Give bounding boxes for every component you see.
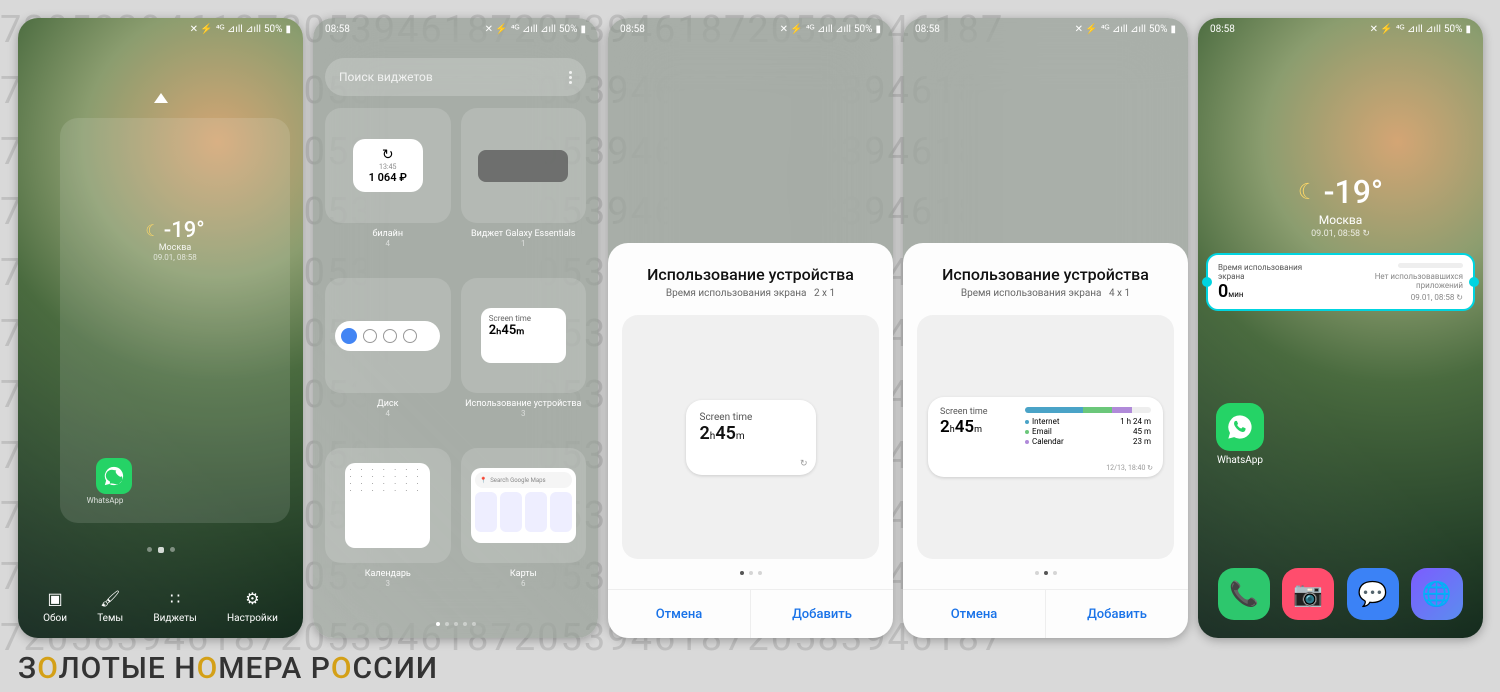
sheet-dots — [1035, 571, 1057, 575]
page-dots — [436, 622, 476, 626]
widget-disk[interactable]: Диск4 — [325, 278, 451, 438]
screen-widget-add-4x1: 08:58✕ ⚡⁴ᴳ ⊿ıll ⊿ıll50%▮ Использование у… — [903, 18, 1188, 638]
more-icon[interactable] — [569, 71, 572, 84]
screen-time-widget-2x1: Screen time 2h45m ↻ — [686, 400, 816, 475]
camera-app-icon[interactable]: 📷 — [1282, 568, 1334, 620]
whatsapp-icon — [1216, 403, 1264, 451]
add-button[interactable]: Добавить — [751, 590, 893, 638]
sheet-dots — [740, 571, 762, 575]
cancel-button[interactable]: Отмена — [903, 590, 1046, 638]
phone-app-icon[interactable]: 📞 — [1218, 568, 1270, 620]
screen-home-editor: ✕ ⚡⁴ᴳ ⊿ıll ⊿ıll50%▮ ☾-19° Москва 09.01, … — [18, 18, 303, 638]
widget-beeline[interactable]: ↻13:451 064 ₽ билайн4 — [325, 108, 451, 268]
widget-timestamp: 12/13, 18:40 ↻ — [1106, 464, 1153, 472]
widget-preview-area[interactable]: Screen time 2h45m ↻ — [622, 315, 879, 559]
page-dots — [147, 547, 175, 553]
watermark-text: ЗОЛОТЫЕ НОМЕРА РОССИИ — [18, 651, 438, 686]
whatsapp-label: WhatsApp — [1216, 455, 1264, 466]
sheet-title: Использование устройства — [647, 265, 854, 284]
weather-widget[interactable]: ☾-19° Москва 09.01, 08:58 ↻ — [1298, 173, 1383, 239]
settings-button[interactable]: ⚙Настройки — [227, 588, 278, 624]
screen-home-result: 08:58✕ ⚡⁴ᴳ ⊿ıll ⊿ıll50%▮ ☾-19° Москва 09… — [1198, 18, 1483, 638]
themes-button[interactable]: 🖌Темы — [97, 588, 123, 624]
whatsapp-label: WhatsApp — [78, 496, 132, 505]
screen-widget-list: 08:58✕ ⚡⁴ᴳ ⊿ıll ⊿ıll50%▮ Поиск виджетов … — [313, 18, 598, 638]
status-time: 08:58 — [325, 24, 350, 35]
widget-digital-wellbeing[interactable]: Screen time2ₕ45ₘ Использование устройств… — [461, 278, 587, 438]
add-button[interactable]: Добавить — [1046, 590, 1188, 638]
search-placeholder: Поиск виджетов — [339, 70, 433, 84]
screen-widget-add-2x1: 08:58✕ ⚡⁴ᴳ ⊿ıll ⊿ıll50%▮ Использование у… — [608, 18, 893, 638]
widget-sheet: Использование устройства Время использов… — [608, 243, 893, 638]
dock: 📞 📷 💬 🌐 — [1198, 568, 1483, 620]
sheet-title: Использование устройства — [942, 265, 1149, 284]
moon-icon: ☾ — [145, 221, 159, 240]
screen-time-widget-4x1: Screen time 2h45m Internet1 h 24 m Email… — [928, 397, 1163, 477]
messages-app-icon[interactable]: 💬 — [1347, 568, 1399, 620]
moon-icon: ☾ — [1298, 180, 1318, 205]
widget-galaxy-essentials[interactable]: Виджет Galaxy Essentials1 — [461, 108, 587, 268]
browser-app-icon[interactable]: 🌐 — [1411, 568, 1463, 620]
widgets-button[interactable]: ∷Виджеты — [153, 588, 196, 624]
whatsapp-app[interactable]: WhatsApp — [1216, 403, 1264, 466]
widget-preview-area[interactable]: Screen time 2h45m Internet1 h 24 m Email… — [917, 315, 1174, 559]
cancel-button[interactable]: Отмена — [608, 590, 751, 638]
whatsapp-icon[interactable] — [96, 458, 132, 494]
refresh-icon: ↻ — [800, 459, 808, 469]
homescreen-preview[interactable]: ☾-19° Москва 09.01, 08:58 WhatsApp — [60, 118, 290, 523]
widget-search-bar[interactable]: Поиск виджетов — [325, 58, 586, 96]
widget-sheet: Использование устройства Время использов… — [903, 243, 1188, 638]
screen-time-widget-placed[interactable]: Время использования экрана 0мин Нет испо… — [1206, 253, 1475, 311]
widget-maps[interactable]: 📍Search Google Maps Карты6 — [461, 448, 587, 608]
widget-calendar[interactable]: ⋅⋅⋅⋅⋅⋅⋅⋅⋅⋅⋅⋅⋅⋅⋅⋅⋅⋅⋅⋅⋅⋅⋅⋅⋅⋅⋅⋅ Календарь3 — [325, 448, 451, 608]
status-bar: ✕ ⚡⁴ᴳ ⊿ıll ⊿ıll50%▮ — [18, 18, 303, 40]
wallpaper-button[interactable]: ▣Обои — [43, 588, 67, 624]
weather-widget-small: ☾-19° Москва 09.01, 08:58 — [145, 218, 204, 262]
home-indicator-icon[interactable] — [154, 93, 168, 103]
